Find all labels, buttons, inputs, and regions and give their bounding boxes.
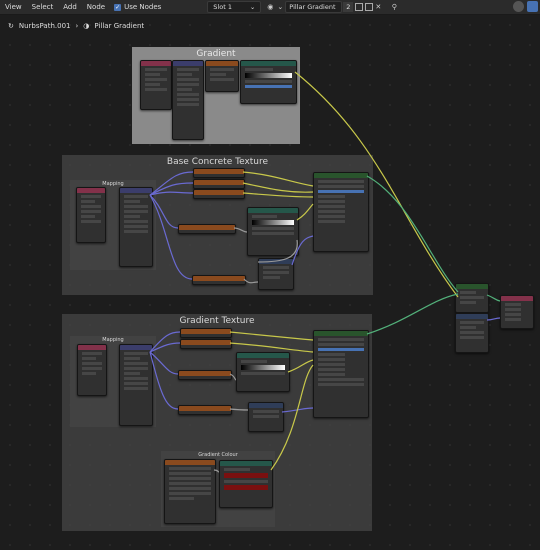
node-links — [149, 71, 501, 473]
